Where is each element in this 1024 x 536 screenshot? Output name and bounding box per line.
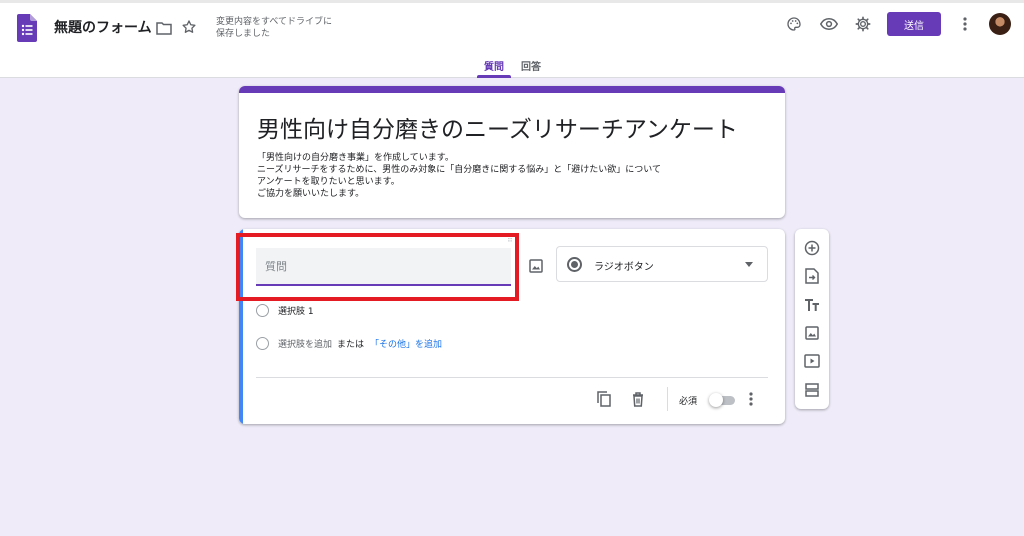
form-description-line: アンケートを取りたいと思います。 xyxy=(257,177,400,187)
palette-icon[interactable] xyxy=(783,13,805,35)
tab-questions[interactable]: 質問 xyxy=(484,58,504,73)
save-status-line2: 保存しました xyxy=(216,29,271,39)
avatar[interactable] xyxy=(989,13,1011,35)
side-toolbar xyxy=(795,229,829,409)
question-footer-divider xyxy=(256,377,768,378)
form-title[interactable]: 男性向け自分磨きのニーズリサーチアンケート xyxy=(257,110,738,144)
required-label: 必須 xyxy=(679,397,698,407)
radio-circle-icon xyxy=(256,303,269,317)
toggle-thumb xyxy=(709,393,723,407)
or-label: または xyxy=(337,339,365,350)
radio-circle-icon xyxy=(256,336,269,350)
form-tabs: 質問 回答 xyxy=(0,56,1024,78)
option-row[interactable]: 選択肢 1 xyxy=(256,302,314,318)
dropdown-caret-icon xyxy=(745,262,753,267)
form-description-line: 「男性向けの自分磨き事業」を作成しています。 xyxy=(257,153,454,163)
folder-icon[interactable] xyxy=(153,17,175,39)
add-image-icon[interactable] xyxy=(525,255,547,277)
eye-icon[interactable] xyxy=(818,13,840,35)
header-top-border xyxy=(0,0,1024,3)
gear-icon[interactable] xyxy=(852,13,874,35)
add-title-icon[interactable] xyxy=(801,294,823,316)
forms-app-icon[interactable] xyxy=(17,14,37,42)
trash-icon[interactable] xyxy=(627,388,649,410)
import-questions-icon[interactable] xyxy=(801,265,823,287)
question-type-label: ラジオボタン xyxy=(594,262,654,273)
form-description[interactable]: 「男性向けの自分磨き事業」を作成しています。 ニーズリサーチをするために、男性の… xyxy=(257,152,661,200)
form-description-line: ご協力を願いいたします。 xyxy=(257,189,365,199)
question-title-input[interactable] xyxy=(256,248,511,286)
active-question-bar xyxy=(239,229,243,424)
add-section-icon[interactable] xyxy=(801,379,823,401)
tab-responses[interactable]: 回答 xyxy=(521,58,541,73)
add-question-icon[interactable] xyxy=(801,237,823,259)
add-other-link[interactable]: 「その他」を追加 xyxy=(370,337,442,350)
save-status-line1: 変更内容をすべてドライブに xyxy=(216,17,333,27)
more-vert-icon[interactable] xyxy=(740,388,762,410)
drag-handle[interactable]: ⠿⠿ xyxy=(507,235,521,244)
radio-button-icon xyxy=(567,257,582,272)
form-doc-title[interactable]: 無題のフォーム xyxy=(54,17,152,37)
add-option-input[interactable]: 選択肢を追加 xyxy=(278,337,332,350)
duplicate-icon[interactable] xyxy=(593,388,615,410)
add-video-icon[interactable] xyxy=(801,350,823,372)
required-toggle[interactable] xyxy=(709,393,735,407)
active-tab-indicator xyxy=(477,75,511,78)
question-card[interactable]: ⠿⠿ ラジオボタン 選択肢 1 選択肢を追加 または 「その他」を追加 xyxy=(239,229,785,424)
question-type-select[interactable]: ラジオボタン xyxy=(556,246,768,282)
title-card-accent-bar xyxy=(239,86,785,93)
more-vert-icon[interactable] xyxy=(954,13,976,35)
option-text[interactable]: 選択肢 1 xyxy=(278,304,314,317)
save-status: 変更内容をすべてドライブに 保存しました xyxy=(216,16,332,40)
send-button[interactable]: 送信 xyxy=(887,12,941,36)
star-icon[interactable] xyxy=(178,16,200,38)
add-image-icon[interactable] xyxy=(801,322,823,344)
add-option-row: 選択肢を追加 または 「その他」を追加 xyxy=(256,335,442,351)
app-header: 無題のフォーム 変更内容をすべてドライブに 保存しました 送信 質問 回答 xyxy=(0,0,1024,78)
form-title-card[interactable]: 男性向け自分磨きのニーズリサーチアンケート 「男性向けの自分磨き事業」を作成して… xyxy=(239,86,785,218)
form-description-line: ニーズリサーチをするために、男性のみ対象に「自分磨きに関する悩み」と「避けたい欲… xyxy=(257,165,662,175)
footer-separator xyxy=(667,387,668,411)
